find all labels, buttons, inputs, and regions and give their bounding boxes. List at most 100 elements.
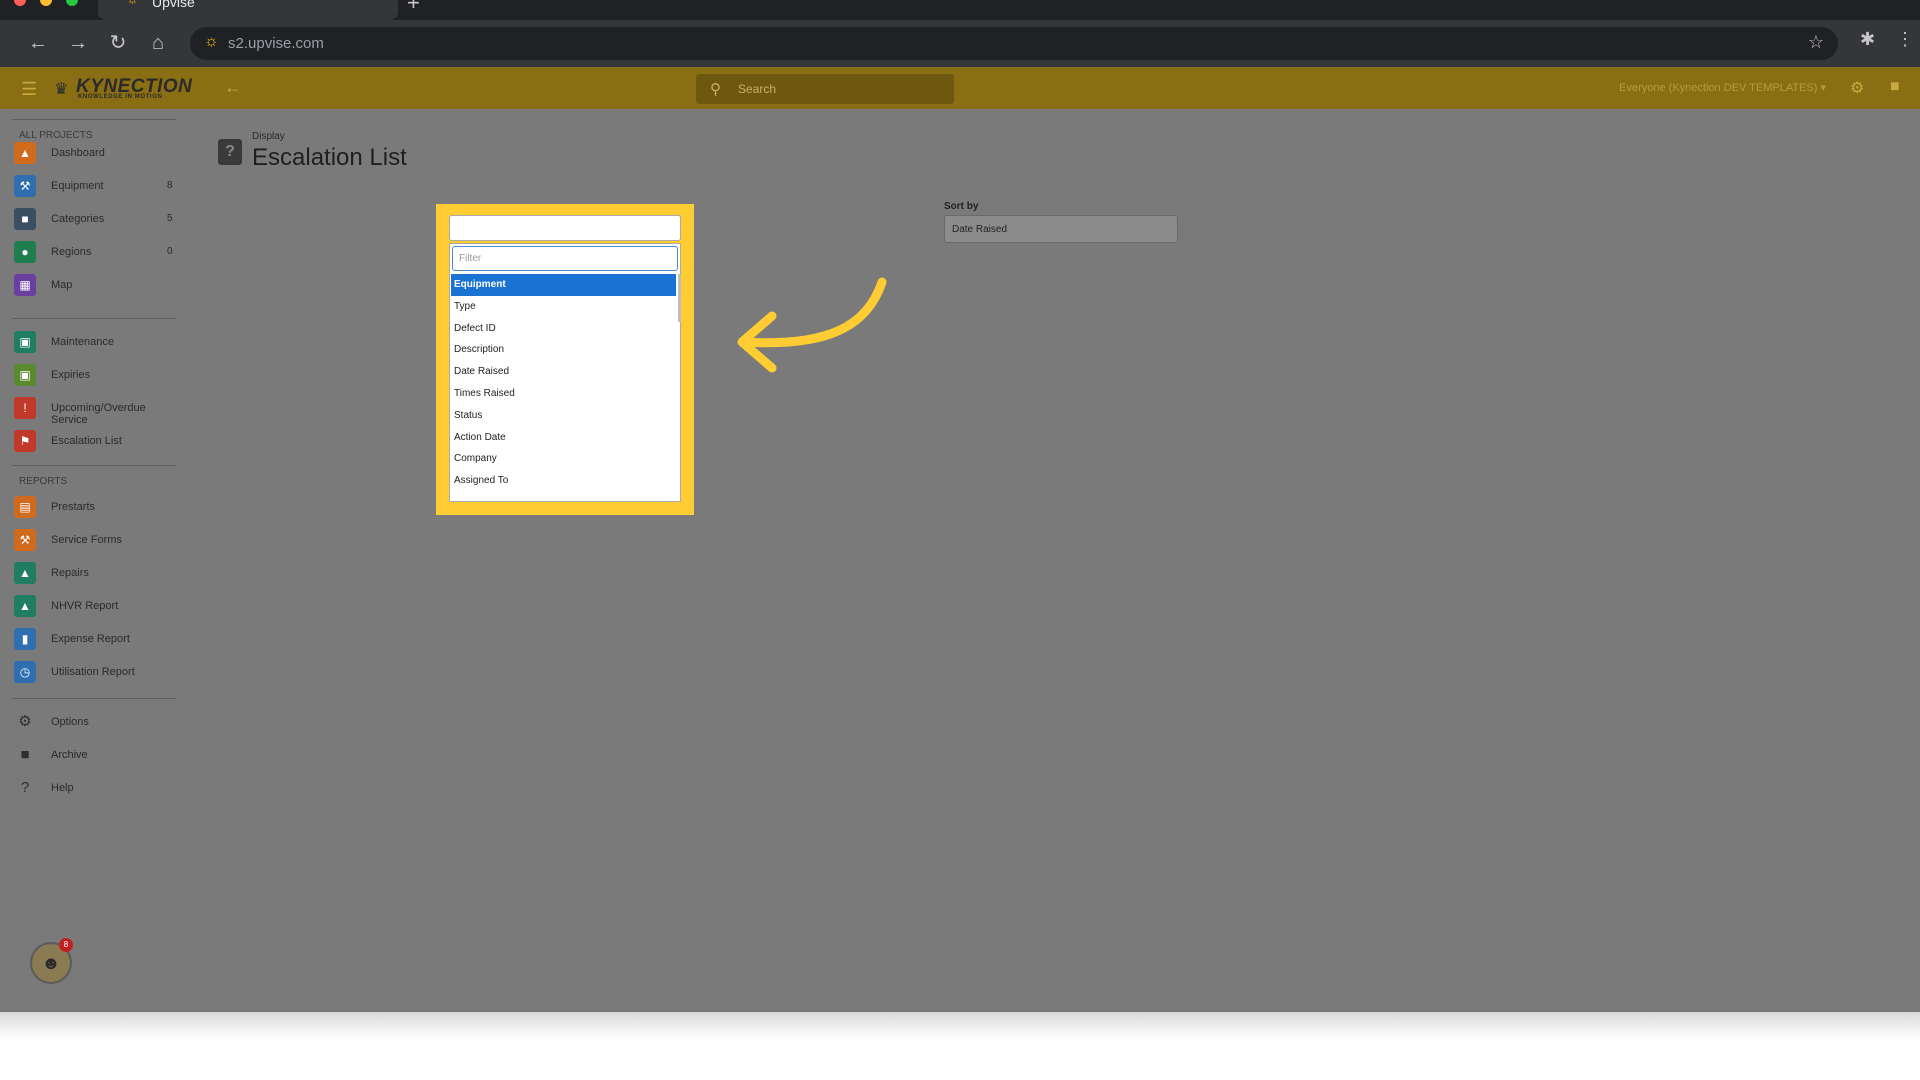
page-title: Escalation List xyxy=(252,144,407,171)
option-defect-id[interactable]: Defect ID xyxy=(451,318,676,340)
group-by-select[interactable] xyxy=(449,215,681,241)
sidebar-item-label: Categories xyxy=(51,213,105,225)
doc-icon: ▤ xyxy=(14,496,36,518)
back-icon[interactable]: ← xyxy=(24,29,52,57)
option-equipment[interactable]: Equipment xyxy=(451,274,676,296)
sidebar-item-equipment[interactable]: ⚒ Equipment 8 xyxy=(14,175,184,197)
bars-icon: ▮ xyxy=(14,628,36,650)
sidebar-item-utilisation-report[interactable]: ◷ Utilisation Report xyxy=(14,661,184,683)
sidebar-item-label: Service Forms xyxy=(51,534,122,546)
browser-toolbar: ← → ↻ ⌂ ☼ s2.upvise.com ☆ ✱ ⋮ xyxy=(0,20,1920,67)
sidebar-divider xyxy=(12,698,176,699)
option-date-raised[interactable]: Date Raised xyxy=(451,361,676,383)
option-status[interactable]: Status xyxy=(451,405,676,427)
folder-icon: ■ xyxy=(14,208,36,230)
option-assigned-to[interactable]: Assigned To xyxy=(451,470,676,492)
option-action-date[interactable]: Action Date xyxy=(451,427,676,449)
sidebar-item-prestarts[interactable]: ▤ Prestarts xyxy=(14,496,184,518)
dropdown-options: Equipment Type Defect ID Description Dat… xyxy=(451,274,676,502)
sidebar-item-label: Dashboard xyxy=(51,147,105,159)
sidebar-item-label: Equipment xyxy=(51,180,104,192)
calendar-icon: ▣ xyxy=(14,331,36,353)
sidebar-item-count: 5 xyxy=(167,213,173,224)
user-icon[interactable]: ■ xyxy=(1890,78,1900,96)
filter-input[interactable] xyxy=(452,246,678,271)
sidebar-item-label: Upcoming/Overdue Service xyxy=(51,402,146,426)
site-favicon-icon: ☼ xyxy=(204,33,219,50)
alert-doc-icon: ! xyxy=(14,397,36,419)
sidebar-item-service-forms[interactable]: ⚒ Service Forms xyxy=(14,529,184,551)
map-icon: ▦ xyxy=(14,274,36,296)
sidebar-item-maintenance[interactable]: ▣ Maintenance xyxy=(14,331,184,353)
reload-icon[interactable]: ↻ xyxy=(104,29,132,57)
maximize-window-icon[interactable] xyxy=(66,0,78,6)
address-bar[interactable]: ☼ s2.upvise.com ☆ xyxy=(190,27,1838,60)
sidebar-item-label: Expiries xyxy=(51,369,91,381)
extensions-icon[interactable]: ✱ xyxy=(1860,29,1875,50)
sidebar-item-label: Archive xyxy=(51,749,88,761)
browser-tab-strip: ☼ Upvise + xyxy=(0,0,1920,20)
sidebar-item-options[interactable]: ⚙ Options xyxy=(14,711,184,733)
logo-tagline: KNOWLEDGE IN MOTION xyxy=(78,94,163,100)
sidebar-heading-reports: REPORTS xyxy=(19,476,68,487)
sidebar-item-dashboard[interactable]: ▲ Dashboard xyxy=(14,142,184,164)
sidebar-item-label: Prestarts xyxy=(51,501,96,513)
sidebar-item-regions[interactable]: ● Regions 0 xyxy=(14,241,184,263)
sidebar-item-escalation-list[interactable]: ⚑ Escalation List xyxy=(14,430,184,452)
close-window-icon[interactable] xyxy=(14,0,26,6)
new-tab-icon[interactable]: + xyxy=(407,0,420,16)
help-icon: ? xyxy=(20,779,30,796)
gear-icon: ⚙ xyxy=(18,713,32,730)
sidebar-item-categories[interactable]: ■ Categories 5 xyxy=(14,208,184,230)
browser-tab[interactable]: ☼ Upvise xyxy=(98,0,398,20)
home-icon[interactable]: ⌂ xyxy=(144,29,172,57)
sidebar-item-label: Map xyxy=(51,279,73,291)
menu-icon[interactable]: ☰ xyxy=(21,79,37,100)
search-icon: ⚲ xyxy=(710,81,721,98)
sidebar-item-label: Repairs xyxy=(51,567,89,579)
flag-icon: ⚑ xyxy=(14,430,36,452)
kynection-logo[interactable]: ♛ KYNECTION KNOWLEDGE IN MOTION xyxy=(54,76,192,101)
sidebar-item-repairs[interactable]: ▲ Repairs xyxy=(14,562,184,584)
bookmark-star-icon[interactable]: ☆ xyxy=(1808,32,1824,53)
calendar-icon: ▣ xyxy=(14,364,36,386)
logo-mark-icon: ♛ xyxy=(54,81,69,98)
back-arrow-icon[interactable]: ← xyxy=(224,77,242,98)
sort-by-select[interactable]: Date Raised xyxy=(944,215,1178,243)
sidebar-item-label: Options xyxy=(51,716,89,728)
sidebar-item-archive[interactable]: ■ Archive xyxy=(14,744,184,766)
sidebar-divider xyxy=(12,119,176,120)
search-box[interactable]: ⚲ Search xyxy=(696,74,954,104)
sidebar-item-nhvr-report[interactable]: ▲ NHVR Report xyxy=(14,595,184,617)
option-type[interactable]: Type xyxy=(451,296,676,318)
highlight-frame: Equipment Type Defect ID Description Dat… xyxy=(436,204,694,515)
sidebar-item-label: Utilisation Report xyxy=(51,666,135,678)
dropdown-scrollbar[interactable] xyxy=(678,274,681,322)
breadcrumb: Display xyxy=(252,131,285,142)
wrench-icon: ⚒ xyxy=(14,175,36,197)
option-times-raised[interactable]: Times Raised xyxy=(451,383,676,405)
sidebar-item-help[interactable]: ? Help xyxy=(14,777,184,799)
sidebar-item-upcoming-overdue-service[interactable]: ! Upcoming/Overdue Service xyxy=(14,397,184,426)
sidebar-divider xyxy=(12,465,176,466)
browser-menu-icon[interactable]: ⋮ xyxy=(1896,29,1914,50)
sidebar-item-label: Help xyxy=(51,782,74,794)
tab-title: Upvise xyxy=(152,0,195,10)
option-description[interactable]: Description xyxy=(451,339,676,361)
sidebar-item-map[interactable]: ▦ Map xyxy=(14,274,184,296)
sidebar-item-label: Regions xyxy=(51,246,92,258)
wrench-icon: ⚒ xyxy=(14,529,36,551)
context-selector[interactable]: Everyone (Kynection DEV TEMPLATES) ▾ xyxy=(1619,81,1826,94)
url-text: s2.upvise.com xyxy=(228,35,324,52)
dropdown-panel: Equipment Type Defect ID Description Dat… xyxy=(449,243,681,502)
gear-icon[interactable]: ⚙ xyxy=(1850,78,1864,98)
sidebar-item-expense-report[interactable]: ▮ Expense Report xyxy=(14,628,184,650)
search-placeholder: Search xyxy=(738,82,777,96)
clock-icon: ◷ xyxy=(14,661,36,683)
option-company[interactable]: Company xyxy=(451,448,676,470)
minimize-window-icon[interactable] xyxy=(40,0,52,6)
notification-badge: 8 xyxy=(59,938,73,952)
sidebar-item-label: NHVR Report xyxy=(51,600,119,612)
forward-icon[interactable]: → xyxy=(64,29,92,57)
sidebar-item-expiries[interactable]: ▣ Expiries xyxy=(14,364,184,386)
